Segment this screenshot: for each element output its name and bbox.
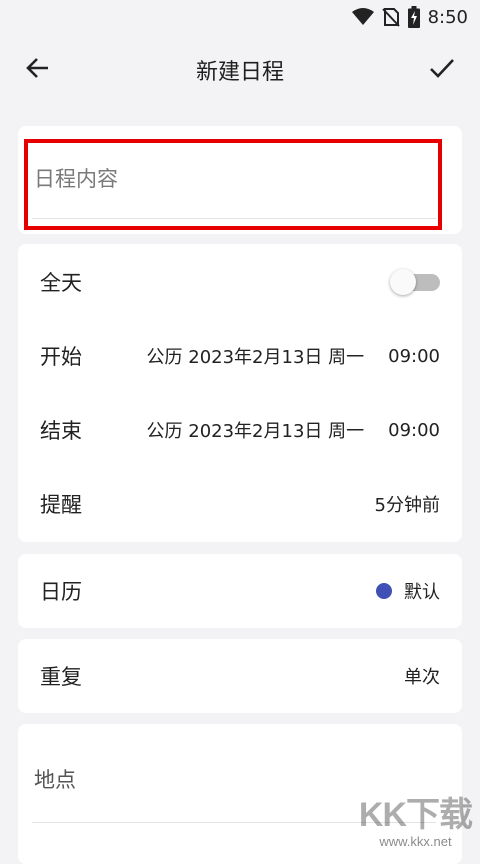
start-date: 公历 2023年2月13日 周一 xyxy=(146,347,365,368)
watermark-logo: KK下载 xyxy=(358,796,473,834)
repeat-value: 单次 xyxy=(404,667,440,688)
content-underline xyxy=(32,218,436,219)
end-label: 结束 xyxy=(40,419,82,443)
watermark: KK下载 www.kkx.net xyxy=(358,796,473,849)
start-value: 公历 2023年2月13日 周一 09:00 xyxy=(147,343,440,369)
end-row[interactable]: 结束 公历 2023年2月13日 周一 09:00 xyxy=(40,402,440,458)
app-bar: 新建日程 xyxy=(0,34,480,106)
battery-charging-icon xyxy=(407,6,420,28)
calendar-value: 默认 xyxy=(404,582,440,603)
repeat-card[interactable]: 重复 单次 xyxy=(18,639,462,713)
time-settings-card: 全天 开始 公历 2023年2月13日 周一 09:00 结束 公历 2023年… xyxy=(18,244,462,542)
watermark-url: www.kkx.net xyxy=(379,834,452,849)
status-bar: 8:50 xyxy=(0,0,480,34)
start-label: 开始 xyxy=(40,345,82,369)
reminder-row[interactable]: 提醒 5分钟前 xyxy=(40,476,440,532)
start-row[interactable]: 开始 公历 2023年2月13日 周一 09:00 xyxy=(40,328,440,384)
calendar-value-group: 默认 xyxy=(376,578,440,604)
schedule-content-input[interactable] xyxy=(32,156,440,202)
end-value: 公历 2023年2月13日 周一 09:00 xyxy=(147,417,440,443)
location-label: 地点 xyxy=(34,768,76,792)
reminder-value: 5分钟前 xyxy=(374,495,440,516)
content-card xyxy=(18,126,462,234)
arrow-left-icon xyxy=(25,55,51,85)
all-day-label: 全天 xyxy=(40,271,82,295)
repeat-row: 重复 单次 xyxy=(40,648,440,704)
calendar-color-dot xyxy=(376,583,392,599)
back-button[interactable] xyxy=(16,48,60,92)
all-day-toggle[interactable] xyxy=(390,269,440,295)
end-time: 09:00 xyxy=(388,419,440,441)
toggle-thumb xyxy=(390,269,416,295)
status-time: 8:50 xyxy=(427,6,468,28)
calendar-label: 日历 xyxy=(40,580,82,604)
page-title: 新建日程 xyxy=(195,60,284,85)
repeat-label: 重复 xyxy=(40,665,82,689)
calendar-row: 日历 默认 xyxy=(40,563,440,619)
reminder-label: 提醒 xyxy=(40,493,82,517)
check-icon xyxy=(429,55,455,85)
wifi-icon xyxy=(351,8,374,26)
calendar-card[interactable]: 日历 默认 xyxy=(18,554,462,628)
end-date: 公历 2023年2月13日 周一 xyxy=(146,421,365,442)
start-time: 09:00 xyxy=(388,345,440,367)
confirm-button[interactable] xyxy=(420,48,464,92)
all-day-row[interactable]: 全天 xyxy=(40,254,440,310)
no-sim-icon xyxy=(381,7,400,27)
